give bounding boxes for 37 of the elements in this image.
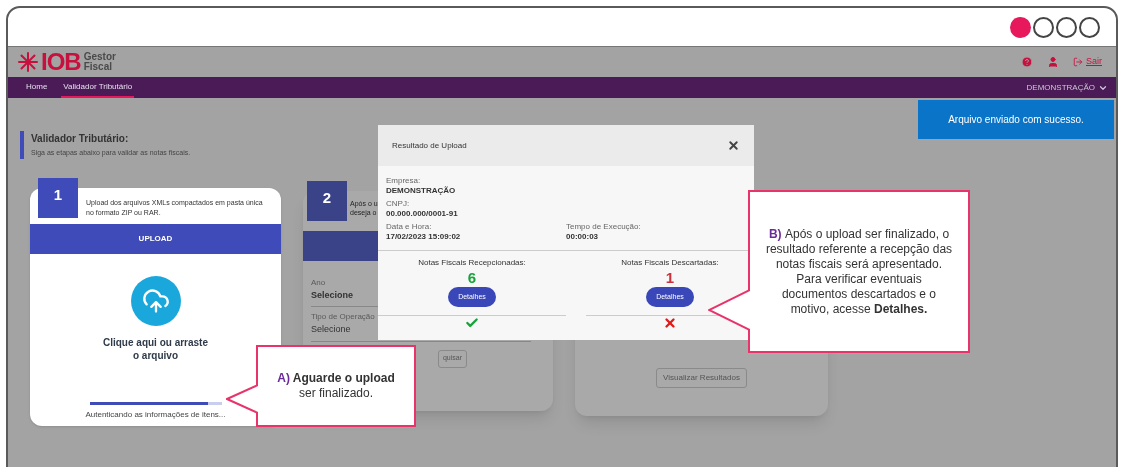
field-label: Data e Hora: <box>386 222 433 232</box>
select-field[interactable]: Selecione <box>311 288 354 302</box>
field-label: Tipo de Operação <box>311 311 375 323</box>
close-icon[interactable] <box>727 139 740 152</box>
result-count: 1 <box>665 269 675 287</box>
dialog-title: Resultado de Upload <box>392 139 467 152</box>
field-value: 00:00:03 <box>566 232 600 242</box>
callout-text: A) Aguarde o upload ser finalizado. <box>276 371 396 401</box>
nav-tab[interactable]: Home <box>24 77 50 98</box>
field-label: Tempo de Execução: <box>566 222 642 232</box>
progress-status: Autenticando as informações de itens... <box>85 408 226 421</box>
upload-tab[interactable]: UPLOAD <box>30 223 281 254</box>
result-count: 6 <box>467 269 477 287</box>
field-label: Empresa: <box>386 176 421 185</box>
result-label: Notas Fiscais Recepcionadas: <box>418 257 526 269</box>
callout-text: B) Após o upload ser finalizado, o resultado referente a recepção das notas fiscais será apresentado. Para verificar eventuais documentos descartados e o motivo, acesse Detalhes. <box>764 226 954 317</box>
logo-subtitle: Gestor Fiscal <box>83 52 117 72</box>
drop-zone-text[interactable]: Clique aqui ou arraste o arquivo <box>100 335 211 362</box>
field-label: Ano <box>311 276 326 289</box>
logout-icon <box>1073 57 1083 67</box>
result-label: Notas Fiscais Descartadas: <box>621 257 719 269</box>
starburst-logo-icon <box>18 52 38 72</box>
step-number: 1 <box>38 177 78 218</box>
logo-text: IOB <box>41 50 81 74</box>
success-toast: Arquivo enviado com sucesso. <box>918 100 1114 139</box>
field-value: 00.000.000/0001-91 <box>386 209 459 219</box>
cross-icon <box>663 316 677 330</box>
check-icon <box>465 316 479 330</box>
title-accent-bar <box>20 131 24 159</box>
field-label: CNPJ: <box>386 199 411 209</box>
page-title: Validador Tributário: <box>31 132 130 146</box>
nav-tab[interactable]: Validador Tributário <box>61 77 135 98</box>
company-dropdown[interactable]: DEMONSTRAÇÃO <box>1026 81 1108 94</box>
field-value: 17/02/2023 15:09:02 <box>386 232 462 242</box>
field-value: DEMONSTRAÇÃO <box>386 186 457 196</box>
select-field[interactable]: Selecione <box>311 323 351 337</box>
step-number: 2 <box>307 180 347 221</box>
